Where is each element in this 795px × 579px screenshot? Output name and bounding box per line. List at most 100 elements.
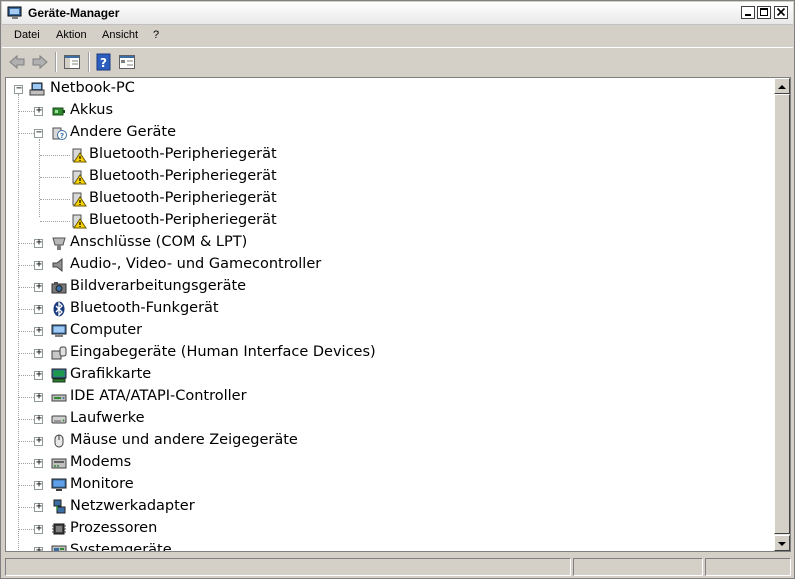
minimize-button[interactable] [741, 6, 755, 19]
tree-category-label: Eingabegeräte (Human Interface Devices) [70, 344, 376, 360]
computer-icon [51, 324, 67, 337]
expand-toggle[interactable]: + [34, 237, 43, 248]
tree-category[interactable]: + Akkus [6, 101, 766, 121]
forward-arrow-icon[interactable] [31, 53, 49, 71]
expand-toggle[interactable]: + [34, 457, 43, 468]
collapse-toggle[interactable]: − [34, 127, 43, 138]
network-adapter-icon [53, 499, 66, 514]
tree-category-label: Bildverarbeitungsgeräte [70, 278, 247, 294]
device-manager-window: Geräte-Manager Datei Aktion Ansicht ? ? … [0, 0, 795, 579]
tree-category[interactable]: + Bildverarbeitungsgeräte [6, 277, 766, 297]
close-button[interactable] [774, 6, 788, 19]
warning-device-icon [72, 148, 87, 163]
collapse-toggle[interactable]: − [14, 83, 23, 94]
monitor-icon [51, 478, 67, 491]
tree-category[interactable]: + IDE ATA/ATAPI-Controller [6, 387, 766, 407]
expand-toggle[interactable]: + [34, 303, 43, 314]
title-bar[interactable]: Geräte-Manager [2, 2, 793, 25]
arrow-up-icon [778, 85, 786, 89]
expand-toggle[interactable]: + [34, 105, 43, 116]
tree-category-label: Andere Geräte [70, 124, 177, 140]
expand-toggle[interactable]: + [34, 501, 43, 512]
bluetooth-icon [53, 301, 65, 317]
menu-bar: Datei Aktion Ansicht ? [2, 26, 793, 46]
tree-device[interactable]: Bluetooth-Peripheriegerät [6, 211, 766, 231]
menu-ansicht[interactable]: Ansicht [102, 29, 138, 41]
tree-device[interactable]: Bluetooth-Peripheriegerät [6, 167, 766, 187]
maximize-button[interactable] [757, 6, 771, 19]
tree-root-netbook-pc[interactable]: − Netbook-PC [6, 79, 766, 99]
tree-guide-branch [19, 309, 34, 311]
tree-guide-branch [40, 155, 70, 157]
expand-toggle[interactable]: + [34, 347, 43, 358]
tree-category[interactable]: + Laufwerke [6, 409, 766, 429]
modem-icon [51, 458, 67, 469]
warning-device-icon [72, 192, 87, 207]
svg-text:?: ? [60, 132, 64, 140]
tree-category[interactable]: + Audio-, Video- und Gamecontroller [6, 255, 766, 275]
maximize-icon [760, 8, 768, 16]
tree-device[interactable]: Bluetooth-Peripheriegerät [6, 189, 766, 209]
expand-toggle[interactable]: + [34, 413, 43, 424]
tree-category[interactable]: + Grafikkarte [6, 365, 766, 385]
mouse-icon [54, 434, 64, 448]
tree-category[interactable]: + Netzwerkadapter [6, 497, 766, 517]
menu-datei[interactable]: Datei [14, 29, 40, 41]
expand-toggle[interactable]: + [34, 281, 43, 292]
menu-help[interactable]: ? [153, 29, 159, 41]
tree-category[interactable]: + Bluetooth-Funkgerät [6, 299, 766, 319]
tree-device-label: Bluetooth-Peripheriegerät [89, 168, 277, 184]
device-tree: − Netbook-PC + Akkus −? Andere Geräte Blueto… [6, 78, 774, 551]
device-manager-app-icon [7, 6, 22, 19]
tree-category[interactable]: + Systemgeräte [6, 541, 766, 551]
status-pane-right [705, 558, 791, 576]
expand-toggle[interactable]: + [34, 435, 43, 446]
disk-drive-icon [51, 415, 67, 424]
tree-category[interactable]: + Prozessoren [6, 519, 766, 539]
tree-category[interactable]: + Mäuse und andere Zeigegeräte [6, 431, 766, 451]
toolbar-separator [55, 52, 57, 72]
tree-category[interactable]: + Monitore [6, 475, 766, 495]
tree-category-label: Computer [70, 322, 143, 338]
tree-device-label: Bluetooth-Peripheriegerät [89, 190, 277, 206]
tree-category-label: Audio-, Video- und Gamecontroller [70, 256, 322, 272]
expand-toggle[interactable]: + [34, 369, 43, 380]
tree-category-label: Anschlüsse (COM & LPT) [70, 234, 248, 250]
expand-toggle[interactable]: + [34, 259, 43, 270]
expand-toggle[interactable]: + [34, 545, 43, 551]
scroll-thumb[interactable] [774, 94, 790, 534]
expand-toggle[interactable]: + [34, 391, 43, 402]
expand-toggle[interactable]: + [34, 523, 43, 534]
status-pane-middle [573, 558, 703, 576]
properties-icon[interactable] [118, 53, 136, 71]
expand-toggle[interactable]: + [34, 325, 43, 336]
scroll-up-button[interactable] [774, 78, 790, 94]
tree-category[interactable]: −? Andere Geräte [6, 123, 766, 143]
tree-guide-branch [19, 397, 34, 399]
toolbar-separator [88, 52, 90, 72]
window-title: Geräte-Manager [28, 6, 120, 20]
toolbar: ? [2, 47, 793, 75]
tree-guide-branch [19, 419, 34, 421]
help-icon[interactable]: ? [95, 53, 113, 71]
tree-device[interactable]: Bluetooth-Peripheriegerät [6, 145, 766, 165]
show-hide-console-tree-icon[interactable] [63, 53, 81, 71]
expand-toggle[interactable]: + [34, 479, 43, 490]
warning-device-icon [72, 214, 87, 229]
tree-device-label: Bluetooth-Peripheriegerät [89, 212, 277, 228]
vertical-scrollbar[interactable] [774, 78, 790, 551]
tree-category[interactable]: + Anschlüsse (COM & LPT) [6, 233, 766, 253]
scroll-down-button[interactable] [774, 535, 790, 551]
back-arrow-icon[interactable] [8, 53, 26, 71]
tree-guide-branch [19, 265, 34, 267]
svg-text:?: ? [100, 56, 107, 70]
menu-aktion[interactable]: Aktion [56, 29, 87, 41]
tree-guide-branch [19, 111, 34, 113]
tree-category[interactable]: + Computer [6, 321, 766, 341]
tree-category[interactable]: + Modems [6, 453, 766, 473]
tree-category[interactable]: + Eingabegeräte (Human Interface Devices) [6, 343, 766, 363]
tree-category-label: Grafikkarte [70, 366, 152, 382]
tree-guide-branch [19, 331, 34, 333]
tree-guide-branch [19, 485, 34, 487]
tree-guide-branch [19, 529, 34, 531]
